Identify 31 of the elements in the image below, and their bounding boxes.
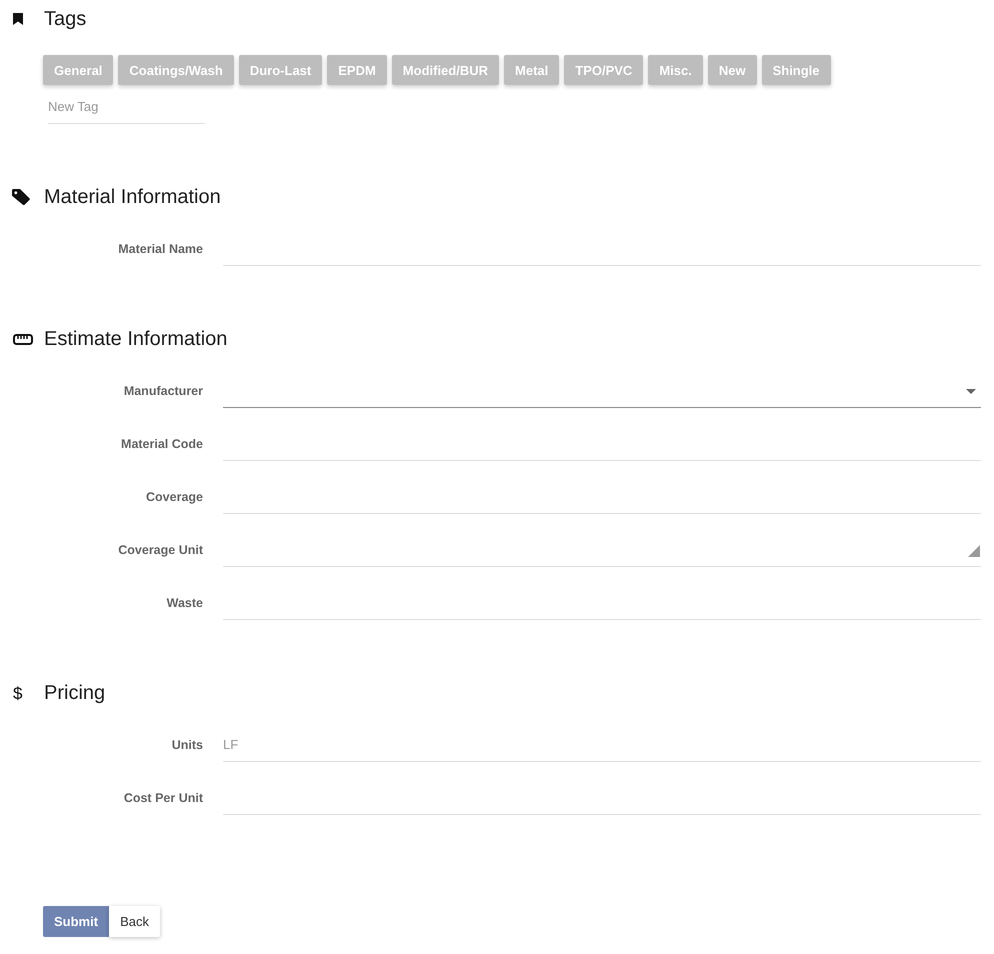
tag-button[interactable]: EPDM — [327, 55, 387, 85]
field-label: Coverage — [145, 490, 203, 504]
field-label: Units — [170, 738, 203, 752]
back-button[interactable]: Back — [109, 906, 160, 937]
tag-button[interactable]: General — [43, 55, 114, 85]
bookmark-icon — [13, 13, 23, 25]
field-label: Material Name — [117, 242, 203, 256]
field-label: Cost Per Unit — [122, 791, 203, 805]
dollar-icon: $ — [13, 684, 22, 702]
tag-icon — [12, 189, 30, 205]
field-label: Coverage Unit — [117, 543, 203, 557]
resize-handle-icon[interactable] — [968, 545, 980, 557]
field-label: Material Code — [120, 437, 203, 451]
field-label: Waste — [166, 596, 203, 610]
tag-button[interactable]: TPO/PVC — [564, 55, 644, 85]
tag-button[interactable]: Metal — [504, 55, 560, 85]
tag-button[interactable]: Duro-Last — [238, 55, 322, 85]
caret-icon — [966, 389, 976, 394]
section-title: Tags — [44, 8, 86, 30]
section-title: Pricing — [44, 682, 106, 704]
tag-button[interactable]: Misc. — [648, 55, 703, 85]
tag-button[interactable]: New — [708, 55, 757, 85]
section-title: Material Information — [44, 186, 221, 208]
tag-button[interactable]: Coatings/Wash — [118, 55, 234, 85]
field-label: Manufacturer — [122, 384, 203, 398]
section-title: Estimate Information — [44, 328, 228, 350]
submit-button[interactable]: Submit — [43, 906, 110, 937]
tag-button[interactable]: Modified/BUR — [392, 55, 500, 85]
ruler-icon — [13, 334, 33, 344]
tag-button[interactable]: Shingle — [762, 55, 831, 85]
text-field[interactable]: LF — [223, 728, 981, 762]
